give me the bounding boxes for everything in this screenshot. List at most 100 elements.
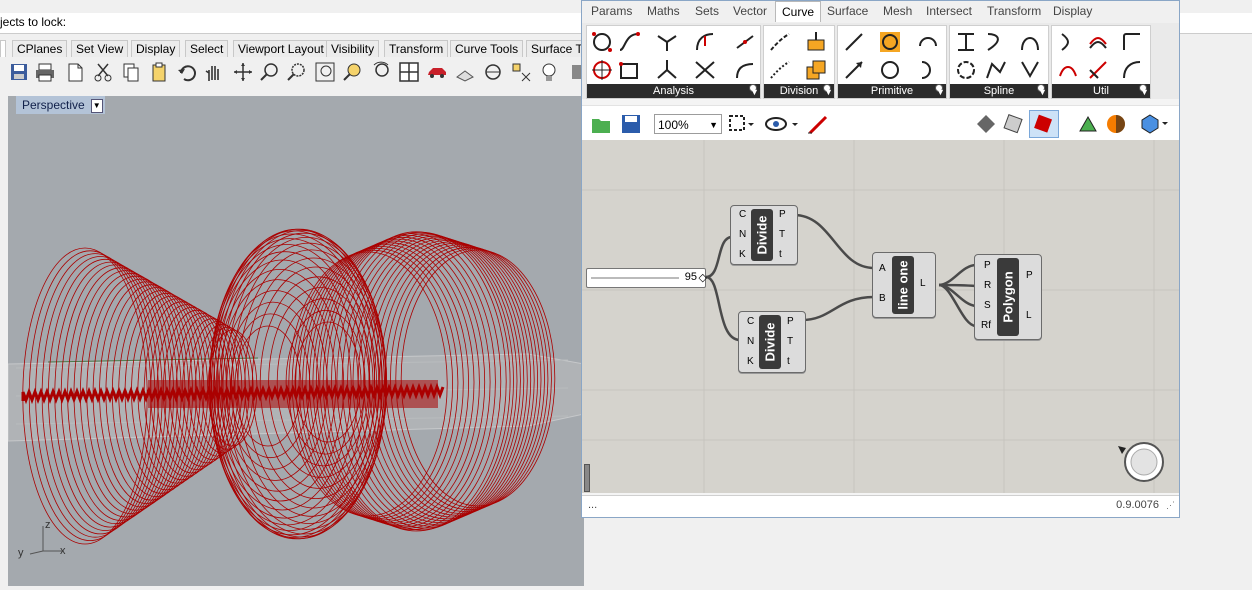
join-curves-icon[interactable] (1086, 30, 1110, 54)
circle-center-icon[interactable] (878, 30, 902, 54)
input-n[interactable]: N (747, 336, 754, 347)
output-p[interactable]: P (779, 209, 786, 220)
curve-control-points-icon[interactable] (617, 58, 641, 82)
divide-component-1[interactable]: C N K Divide P T t (730, 205, 798, 265)
curve-frame-icon[interactable] (733, 30, 757, 54)
expand-arrow-icon[interactable]: ▼ (1139, 84, 1149, 97)
gh-tab-display[interactable]: Display (1053, 4, 1092, 18)
zoom-icon[interactable] (259, 61, 281, 83)
gh-tab-curve[interactable]: Curve (775, 1, 822, 22)
display-options-icon[interactable] (1140, 113, 1170, 135)
input-n[interactable]: N (739, 229, 746, 240)
output-p[interactable]: P (787, 316, 794, 327)
curve-closest-point-icon[interactable] (590, 58, 614, 82)
light-icon[interactable] (538, 61, 560, 83)
lock-icon[interactable] (482, 61, 504, 83)
input-p[interactable]: P (984, 260, 991, 271)
output-l[interactable]: L (920, 278, 926, 289)
divide-distance-icon[interactable] (768, 58, 792, 82)
bezier-span-icon[interactable] (1018, 30, 1042, 54)
kinky-curve-icon[interactable] (984, 30, 1008, 54)
four-view-icon[interactable] (398, 61, 420, 83)
navigation-compass-icon[interactable] (1116, 436, 1166, 486)
fillet-icon[interactable] (1120, 30, 1144, 54)
material-sphere-icon[interactable] (1104, 113, 1128, 135)
new-icon[interactable] (64, 61, 86, 83)
cut-icon[interactable] (92, 61, 114, 83)
rotate-icon[interactable] (232, 61, 254, 83)
pan-hand-icon[interactable] (202, 61, 224, 83)
tab-cplanes[interactable]: CPlanes (12, 40, 68, 57)
output-t-small[interactable]: t (787, 356, 790, 367)
divide-component-2[interactable]: C N K Divide P T t (738, 311, 806, 373)
input-c[interactable]: C (739, 209, 746, 220)
interpolate-icon[interactable] (954, 30, 978, 54)
input-s[interactable]: S (984, 300, 991, 311)
bake-icon[interactable] (1076, 113, 1100, 135)
gh-tab-vector[interactable]: Vector (733, 4, 767, 18)
curve-deconstruct-icon[interactable] (693, 58, 717, 82)
input-k[interactable]: K (747, 356, 754, 367)
print-icon[interactable] (34, 61, 56, 83)
input-k[interactable]: K (739, 249, 746, 260)
gh-tab-surface[interactable]: Surface (827, 4, 868, 18)
zoom-extents-icon[interactable] (728, 114, 754, 134)
gh-tab-intersect[interactable]: Intersect (926, 4, 972, 18)
hide-icon[interactable] (454, 61, 476, 83)
input-rf[interactable]: Rf (981, 320, 991, 331)
input-r[interactable]: R (984, 280, 991, 291)
preview-selected-toggle[interactable] (1029, 110, 1059, 138)
perspective-viewport[interactable]: Perspective ▼ z y x (8, 96, 584, 586)
line-icon[interactable] (842, 30, 866, 54)
input-b[interactable]: B (879, 293, 886, 304)
tab-curve-tools[interactable]: Curve Tools (450, 40, 524, 57)
save-icon[interactable] (8, 61, 30, 83)
gh-tab-params[interactable]: Params (591, 4, 632, 18)
resize-grip-icon[interactable]: ⋰ (1166, 500, 1175, 511)
expand-arrow-icon[interactable]: ▼ (823, 84, 833, 97)
zoom-extents-icon[interactable] (314, 61, 336, 83)
copy-icon[interactable] (120, 61, 142, 83)
gh-canvas[interactable]: 95 ◇ C N K Divide P T t C N K Divide P T… (582, 140, 1179, 493)
zoom-selected-icon[interactable] (342, 61, 364, 83)
output-l[interactable]: L (1026, 310, 1032, 321)
expand-arrow-icon[interactable]: ▼ (935, 84, 945, 97)
divide-curve-icon[interactable] (768, 30, 792, 54)
preview-shaded-icon[interactable] (1002, 113, 1026, 135)
output-t[interactable]: T (779, 229, 785, 240)
gh-tab-transform[interactable]: Transform (987, 4, 1041, 18)
preview-eye-icon[interactable] (764, 114, 800, 134)
curve-length-icon[interactable] (733, 58, 757, 82)
offset-icon[interactable] (1056, 58, 1080, 82)
save-icon[interactable] (620, 113, 642, 135)
zoom-dynamic-icon[interactable] (370, 61, 392, 83)
zoom-level-select[interactable]: 100% ▼ (654, 114, 722, 134)
tab-display[interactable]: Display (131, 40, 181, 57)
divide-length-icon[interactable] (804, 30, 828, 54)
paste-icon[interactable] (148, 61, 170, 83)
sketch-pen-icon[interactable] (806, 113, 830, 135)
canvas-scroll-handle[interactable] (584, 464, 590, 492)
curve-discontinuity-icon[interactable] (655, 58, 679, 82)
gh-tab-mesh[interactable]: Mesh (883, 4, 912, 18)
open-file-icon[interactable] (590, 113, 612, 135)
number-slider[interactable]: 95 ◇ (586, 268, 707, 288)
line-component[interactable]: A B line one L (872, 252, 936, 318)
gh-tab-sets[interactable]: Sets (695, 4, 719, 18)
input-a[interactable]: A (879, 263, 886, 274)
arc-icon[interactable] (916, 30, 940, 54)
arc-3pt-icon[interactable] (916, 58, 940, 82)
output-p[interactable]: P (1026, 270, 1033, 281)
circle-icon[interactable] (878, 58, 902, 82)
curve-analysis-icon[interactable] (590, 30, 614, 54)
tab-viewport-layout[interactable]: Viewport Layout (233, 40, 329, 57)
expand-arrow-icon[interactable]: ▼ (1037, 84, 1047, 97)
preview-wireframe-icon[interactable] (974, 113, 998, 135)
contour-icon[interactable] (804, 58, 828, 82)
tab-visibility[interactable]: Visibility (326, 40, 380, 57)
slider-track[interactable] (591, 277, 679, 279)
gh-tab-maths[interactable]: Maths (647, 4, 680, 18)
input-c[interactable]: C (747, 316, 754, 327)
tab-standard[interactable] (0, 40, 6, 57)
output-t[interactable]: T (787, 336, 793, 347)
